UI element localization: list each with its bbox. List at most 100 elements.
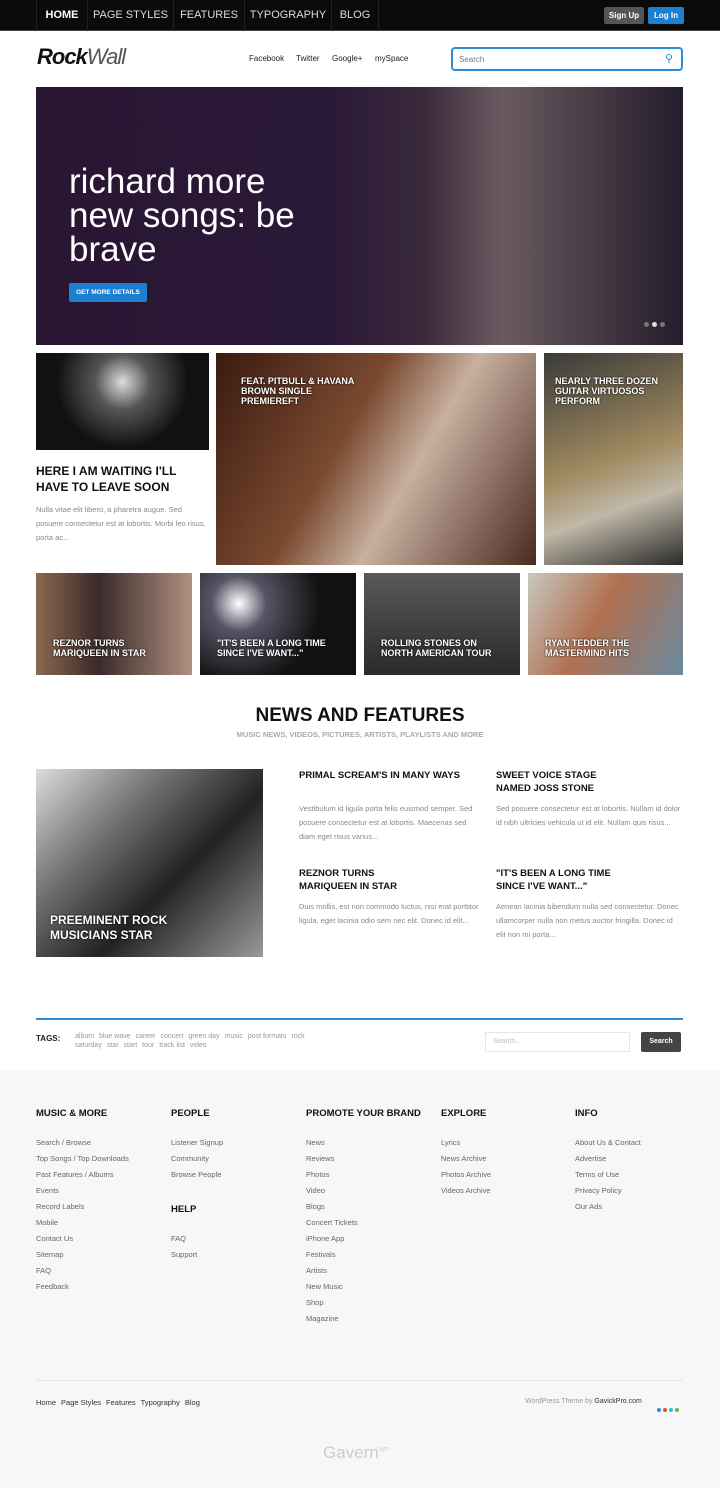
tile-3[interactable]: ROLLING STONES ON NORTH AMERICAN TOUR — [364, 573, 520, 675]
footer-link[interactable]: Festivals — [306, 1247, 421, 1263]
social-google-plus[interactable]: Google+ — [332, 54, 362, 63]
tag[interactable]: career — [136, 1033, 156, 1040]
tag[interactable]: tour — [142, 1042, 154, 1049]
footer-link[interactable]: Community — [171, 1151, 223, 1167]
footer-column: HELP FAQ Support — [171, 1204, 197, 1263]
featured-middle-image[interactable]: FEAT. PITBULL & HAVANA BROWN SINGLE PREM… — [216, 353, 536, 565]
tags-search-input[interactable]: Search... — [485, 1032, 630, 1052]
tag[interactable]: track list — [159, 1042, 185, 1049]
footer-column-title: MUSIC & MORE — [36, 1108, 108, 1119]
footer-link[interactable]: Feedback — [36, 1279, 129, 1295]
footer-link[interactable]: iPhone App — [306, 1231, 421, 1247]
footer-link[interactable]: New Music — [306, 1279, 421, 1295]
footer-link[interactable]: News Archive — [441, 1151, 491, 1167]
footer-link[interactable]: Support — [171, 1247, 197, 1263]
article-title[interactable]: PRIMAL SCREAM'S IN MANY WAYS — [299, 769, 479, 782]
footer-link-typography[interactable]: Typography — [141, 1398, 180, 1407]
tag[interactable]: concert — [160, 1033, 183, 1040]
footer-divider — [36, 1380, 683, 1381]
slide-dot[interactable] — [644, 322, 649, 327]
tag[interactable]: star — [107, 1042, 119, 1049]
site-logo[interactable]: RockWall — [37, 44, 126, 70]
footer-link[interactable]: Record Labels — [36, 1199, 129, 1215]
article-title[interactable]: SWEET VOICE STAGE NAMED JOSS STONE — [496, 769, 626, 795]
tag[interactable]: post formats — [248, 1033, 287, 1040]
tile-4[interactable]: RYAN TEDDER THE MASTERMIND HITS — [528, 573, 683, 675]
footer-link[interactable]: Shop — [306, 1295, 421, 1311]
tag[interactable]: album — [75, 1033, 94, 1040]
footer-link[interactable]: Artists — [306, 1263, 421, 1279]
tags-search-button[interactable]: Search — [641, 1032, 681, 1052]
footer-link[interactable]: Photos — [306, 1167, 421, 1183]
social-myspace[interactable]: mySpace — [375, 54, 408, 63]
style-dot[interactable] — [657, 1408, 661, 1412]
log-in-button[interactable]: Log In — [648, 7, 684, 24]
search-icon[interactable]: ⚲ — [665, 52, 673, 65]
footer-link[interactable]: Sitemap — [36, 1247, 129, 1263]
footer-link[interactable]: Search / Browse — [36, 1135, 129, 1151]
article-title[interactable]: "IT'S BEEN A LONG TIME SINCE I'VE WANT..… — [496, 867, 626, 893]
footer-link[interactable]: FAQ — [36, 1263, 129, 1279]
social-facebook[interactable]: Facebook — [249, 54, 284, 63]
footer-link[interactable]: Terms of Use — [575, 1167, 641, 1183]
footer-link[interactable]: Video — [306, 1183, 421, 1199]
footer-link[interactable]: Listener Signup — [171, 1135, 223, 1151]
footer-link[interactable]: Privacy Policy — [575, 1183, 641, 1199]
social-twitter[interactable]: Twitter — [296, 54, 320, 63]
nav-typography[interactable]: TYPOGRAPHY — [244, 0, 331, 31]
article-title[interactable]: REZNOR TURNS MARIQUEEN IN STAR — [299, 867, 429, 893]
nav-home[interactable]: HOME — [36, 0, 87, 31]
tag[interactable]: blue wave — [99, 1033, 131, 1040]
nav-page-styles[interactable]: PAGE STYLES — [87, 0, 173, 31]
footer-link-features[interactable]: Features — [106, 1398, 136, 1407]
search-input[interactable] — [459, 49, 649, 70]
footer-link[interactable]: Lyrics — [441, 1135, 491, 1151]
footer-link-blog[interactable]: Blog — [185, 1398, 200, 1407]
footer-link[interactable]: News — [306, 1135, 421, 1151]
nav-blog[interactable]: BLOG — [331, 0, 379, 31]
credit-link[interactable]: GavickPro.com — [594, 1398, 641, 1405]
footer-column-title: PROMOTE YOUR BRAND — [306, 1108, 421, 1119]
get-more-details-button[interactable]: GET MORE DETAILS — [69, 283, 147, 302]
footer-link[interactable]: Videos Archive — [441, 1183, 491, 1199]
style-dot[interactable] — [675, 1408, 679, 1412]
tag[interactable]: saturday — [75, 1042, 102, 1049]
sign-up-button[interactable]: Sign Up — [604, 7, 644, 24]
footer-link[interactable]: Magazine — [306, 1311, 421, 1327]
footer-link[interactable]: About Us & Contact — [575, 1135, 641, 1151]
news-subtitle: MUSIC NEWS, VIDEOS, PICTURES, ARTISTS, P… — [236, 730, 484, 739]
footer-link[interactable]: Photos Archive — [441, 1167, 491, 1183]
featured-left-title[interactable]: HERE I AM WAITING I'LL HAVE TO LEAVE SOO… — [36, 463, 211, 495]
tag[interactable]: video — [190, 1042, 207, 1049]
footer-link[interactable]: Contact Us — [36, 1231, 129, 1247]
tag[interactable]: start — [124, 1042, 138, 1049]
slide-dot-active[interactable] — [652, 322, 657, 327]
top-navigation: HOME PAGE STYLES FEATURES TYPOGRAPHY BLO… — [0, 0, 720, 31]
footer-link[interactable]: Reviews — [306, 1151, 421, 1167]
featured-left-image[interactable] — [36, 353, 209, 450]
news-main-image[interactable]: PREEMINENT ROCK MUSICIANS STAR — [36, 769, 263, 957]
footer-link[interactable]: Past Features / Albums — [36, 1167, 129, 1183]
featured-right-image[interactable]: NEARLY THREE DOZEN GUITAR VIRTUOSOS PERF… — [544, 353, 683, 565]
tag[interactable]: green day — [188, 1033, 219, 1040]
tile-1[interactable]: REZNOR TURNS MARIQUEEN IN STAR — [36, 573, 192, 675]
footer-link[interactable]: Concert Tickets — [306, 1215, 421, 1231]
footer-link-home[interactable]: Home — [36, 1398, 56, 1407]
footer-link-page-styles[interactable]: Page Styles — [61, 1398, 101, 1407]
footer-link[interactable]: Events — [36, 1183, 129, 1199]
footer-link[interactable]: Advertise — [575, 1151, 641, 1167]
style-dot[interactable] — [669, 1408, 673, 1412]
tag[interactable]: rock — [291, 1033, 304, 1040]
nav-features[interactable]: FEATURES — [173, 0, 244, 31]
footer-link[interactable]: Our Ads — [575, 1199, 641, 1215]
footer-link[interactable]: Top Songs / Top Downloads — [36, 1151, 129, 1167]
tile-2[interactable]: "IT'S BEEN A LONG TIME SINCE I'VE WANT..… — [200, 573, 356, 675]
footer-link[interactable]: Mobile — [36, 1215, 129, 1231]
slide-dot[interactable] — [660, 322, 665, 327]
style-dot[interactable] — [663, 1408, 667, 1412]
footer-link[interactable]: Browse People — [171, 1167, 223, 1183]
footer-link[interactable]: Blogs — [306, 1199, 421, 1215]
footer-link[interactable]: FAQ — [171, 1231, 197, 1247]
tag[interactable]: music — [225, 1033, 243, 1040]
footer-column-title: EXPLORE — [441, 1108, 487, 1119]
